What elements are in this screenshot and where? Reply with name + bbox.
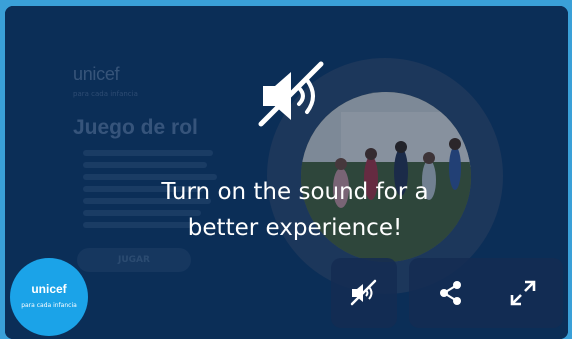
sound-message-line1: Turn on the sound for a bbox=[161, 179, 429, 205]
sound-message: Turn on the sound for a better experienc… bbox=[105, 174, 485, 246]
sound-message-line2: better experience! bbox=[187, 215, 403, 241]
speaker-muted-icon[interactable] bbox=[255, 58, 331, 134]
action-control-box bbox=[409, 258, 563, 328]
fullscreen-button[interactable] bbox=[503, 273, 543, 313]
badge-subtitle: para cada infancia bbox=[21, 302, 77, 309]
mute-control-box bbox=[331, 258, 397, 328]
unicef-badge[interactable]: unicef para cada infancia bbox=[10, 258, 88, 336]
player-frame: unicef para cada infancia Juego de rol J… bbox=[5, 6, 568, 339]
share-button[interactable] bbox=[431, 273, 471, 313]
mute-button[interactable] bbox=[344, 273, 384, 313]
badge-logo: unicef bbox=[31, 282, 67, 296]
expand-icon bbox=[510, 280, 536, 306]
share-icon bbox=[440, 281, 461, 305]
speaker-muted-icon bbox=[350, 279, 377, 306]
